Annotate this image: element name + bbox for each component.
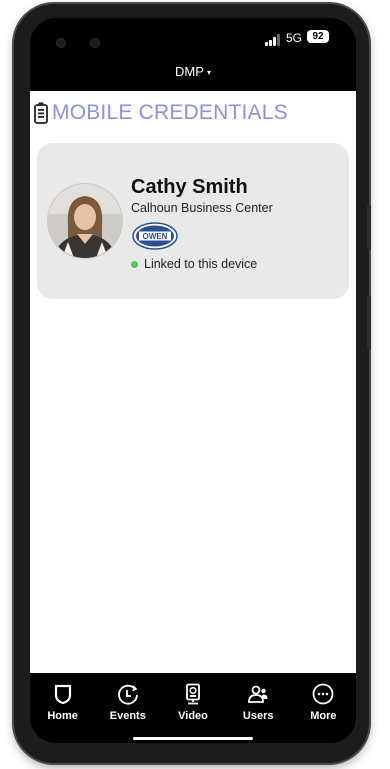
account-title: DMP [175,64,204,79]
bottom-nav: Home Events Video Users More [30,673,356,743]
nav-item-home[interactable]: Home [30,673,95,743]
more-icon [313,683,334,705]
link-status-label: Linked to this device [144,257,258,271]
nav-item-events[interactable]: Events [95,673,160,743]
nav-label-video: Video [178,710,208,722]
credential-badge-icon [34,102,48,124]
credential-name: Cathy Smith [131,176,248,198]
owen-logo-icon: OWEN [132,222,178,250]
credential-card[interactable]: Cathy Smith Calhoun Business Center OWEN… [37,143,349,299]
logo-text: OWEN [143,232,168,241]
battery-icon: 92 [307,30,329,43]
clock-icon [117,684,138,705]
link-status: Linked to this device [131,257,257,271]
avatar [48,184,122,258]
nav-label-events: Events [109,710,146,722]
main-content: MOBILE CREDENTIALS Cathy Smith Calhoun B… [30,91,356,673]
status-dot-icon [131,260,138,268]
nav-label-users: Users [242,710,274,722]
camera-icon-front [56,38,66,48]
section-header: MOBILE CREDENTIALS [34,101,288,125]
account-selector[interactable]: DMP ▾ [30,64,356,79]
credential-organization: Calhoun Business Center [131,201,273,215]
shield-icon [54,684,71,705]
nav-item-more[interactable]: More [291,673,356,743]
camera-icon [186,683,200,705]
nav-label-more: More [310,710,337,722]
network-label: 5G [286,31,303,45]
avatar-portrait-icon [48,184,122,258]
nav-item-video[interactable]: Video [160,673,225,743]
phone-screen: 5G 92 DMP ▾ MOBILE CREDENTIALS Cathy Smi… [30,18,356,743]
page-title: MOBILE CREDENTIALS [52,101,288,124]
sensor-icon [90,38,100,48]
phone-power-button [367,205,371,250]
status-bar: 5G 92 [30,18,356,58]
phone-volume-button [367,295,371,350]
chevron-down-icon: ▾ [206,68,211,78]
nav-label-home: Home [47,710,78,722]
signal-icon [265,34,281,46]
home-indicator[interactable] [133,737,253,740]
nav-item-users[interactable]: Users [226,673,291,743]
users-icon [248,685,268,703]
